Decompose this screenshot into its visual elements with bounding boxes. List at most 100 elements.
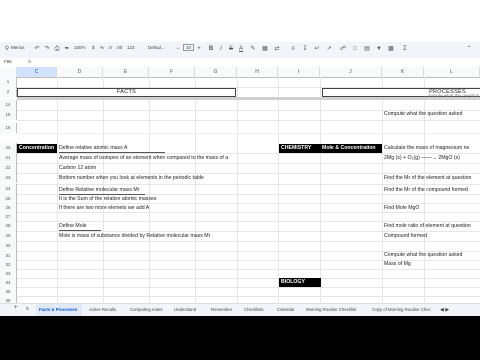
filter-icon[interactable]: ▼: [376, 46, 382, 52]
mole-concentration-label[interactable]: Mole & Concentration: [320, 144, 382, 153]
cell-d30[interactable]: Mole is mass of substance divided by Rel…: [59, 232, 210, 240]
cell-d21[interactable]: Average mass of isotopes of an element w…: [59, 154, 228, 162]
row-header[interactable]: 28: [0, 221, 17, 231]
row-header[interactable]: 15: [0, 110, 17, 120]
select-all-corner[interactable]: [0, 67, 17, 77]
number-format-button[interactable]: 123: [127, 45, 135, 50]
row-header[interactable]: 14: [0, 100, 17, 110]
text-wrap-icon[interactable]: ↵: [314, 46, 320, 52]
currency-button[interactable]: $: [92, 45, 95, 50]
functions-icon[interactable]: Σ: [402, 46, 408, 52]
strikethrough-icon[interactable]: S: [228, 46, 234, 52]
row-header[interactable]: 20: [0, 143, 17, 153]
biology-label[interactable]: BIOLOGY: [279, 278, 321, 287]
concentration-label[interactable]: Concentration: [17, 144, 57, 153]
row-header[interactable]: 21: [0, 153, 17, 163]
horizontal-align-icon[interactable]: ≡: [290, 46, 296, 52]
cell-d22[interactable]: Carbon 12 atom: [59, 164, 96, 172]
vertical-align-icon[interactable]: ↧: [302, 46, 308, 52]
sheet-tab-morning-routine-checklist[interactable]: Morning Routine Checklist: [306, 307, 356, 312]
column-header-c[interactable]: C: [17, 67, 57, 77]
row-header[interactable]: 29: [0, 231, 17, 241]
cell-d27[interactable]: If there are two more elemets we add A: [59, 204, 149, 212]
increase-decimal-button[interactable]: .00: [116, 45, 122, 50]
filter-views-icon[interactable]: ▩: [388, 46, 394, 52]
column-header-g[interactable]: G: [195, 67, 237, 77]
bold-icon[interactable]: B: [208, 46, 214, 52]
font-size-plus-icon[interactable]: +: [196, 46, 202, 52]
row-header[interactable]: 16: [0, 123, 17, 133]
paint-format-icon[interactable]: ✒: [64, 46, 70, 52]
percent-button[interactable]: %: [100, 45, 104, 50]
cell-k20[interactable]: Calculate the mass of magnesium ne: [384, 144, 469, 152]
borders-icon[interactable]: ▦: [262, 46, 268, 52]
fill-color-icon[interactable]: ✎: [250, 46, 256, 52]
row-header[interactable]: 23: [0, 173, 17, 183]
column-header-d[interactable]: D: [57, 67, 103, 77]
cell-k27[interactable]: Find Mole MgO: [384, 204, 419, 212]
sheet-tab-copy-morning-routine[interactable]: Copy of Morning Routine Chec: [372, 307, 431, 312]
sheet-tab-remember[interactable]: Remember: [211, 307, 232, 312]
search-menus-icon[interactable]: ⚲: [4, 46, 10, 52]
add-sheet-button[interactable]: +: [14, 305, 18, 311]
cell-d20[interactable]: Define relative atomic mass A: [59, 144, 127, 152]
grid-line: [17, 212, 480, 213]
font-size-field[interactable]: 10: [183, 44, 195, 51]
column-header-k[interactable]: K: [382, 67, 424, 77]
row-header[interactable]: 1: [0, 77, 17, 87]
collapse-toolbar-icon[interactable]: ⌃: [466, 46, 472, 52]
cell-k32[interactable]: Compute what the question asked: [384, 251, 462, 259]
redo-icon[interactable]: ↷: [44, 46, 50, 52]
insert-comment-icon[interactable]: □: [352, 46, 358, 52]
merge-cells-icon[interactable]: ⇄: [274, 46, 280, 52]
cell-k25[interactable]: Find the Mr of the compound formed: [384, 186, 468, 194]
sheet-tab-understand[interactable]: Understand: [174, 307, 196, 312]
row-header[interactable]: 24: [0, 184, 17, 194]
underline: [59, 152, 165, 153]
cell-l14[interactable]: ...ompute what the question asked: [424, 92, 480, 100]
sheet-tab-checklists[interactable]: Checklists: [244, 307, 264, 312]
font-select[interactable]: Defaul...: [148, 45, 165, 50]
cell-k33[interactable]: Mass of Mg: [384, 260, 411, 268]
italic-icon[interactable]: I: [218, 46, 224, 52]
cell-d23[interactable]: Bottom number when you look at elements …: [59, 174, 204, 182]
cell-d29[interactable]: Define Mole: [59, 222, 87, 230]
underline: [59, 230, 101, 231]
toolbar: ⚲ Menus ↶ ↷ ⎙ ✒ 100% $ % .0 .00 123 Defa…: [0, 42, 480, 59]
chemistry-label[interactable]: CHEMISTRY: [279, 144, 320, 153]
zoom-select[interactable]: 100%: [74, 45, 86, 50]
cell-k29[interactable]: Find mole ratio of element at question: [384, 222, 471, 230]
text-rotation-icon[interactable]: ↗: [326, 46, 332, 52]
insert-chart-icon[interactable]: ▤: [364, 46, 370, 52]
search-menus[interactable]: Menus: [11, 45, 25, 50]
undo-icon[interactable]: ↶: [34, 46, 40, 52]
font-size-minus-icon[interactable]: −: [175, 46, 181, 52]
row-header[interactable]: 22: [0, 163, 17, 173]
all-sheets-button[interactable]: ≡: [26, 306, 29, 312]
sheet-tab-active-recalls[interactable]: Active Recalls: [89, 307, 116, 312]
decrease-decimal-button[interactable]: .0: [108, 45, 112, 50]
cell-k15[interactable]: Compute what the question asked: [384, 110, 462, 118]
scroll-tabs-icon[interactable]: ◀ ▶: [440, 307, 449, 313]
sheet-tab-facts-processes[interactable]: Facts & Processes: [39, 307, 77, 312]
print-icon[interactable]: ⎙: [54, 46, 60, 52]
cell-k23[interactable]: Find the Mr of the element at question: [384, 174, 471, 182]
facts-header[interactable]: FACTS: [17, 88, 236, 97]
text-color-icon[interactable]: A: [238, 46, 244, 52]
column-header-f[interactable]: F: [149, 67, 195, 77]
insert-link-icon[interactable]: ☍: [340, 46, 346, 52]
column-header-i[interactable]: I: [278, 67, 320, 77]
cell-k30[interactable]: Compound formed: [384, 232, 427, 240]
cell-k21[interactable]: 2Mg (s) + O₂(g) ——→ 2MgO (s): [384, 154, 460, 162]
sheet-tab-computing-notes[interactable]: Computing notes: [130, 307, 163, 312]
cell-reference[interactable]: F86: [4, 59, 12, 64]
column-header-e[interactable]: E: [103, 67, 149, 77]
column-header-j[interactable]: J: [320, 67, 382, 77]
column-header-h[interactable]: H: [237, 67, 278, 77]
row-header[interactable]: 30: [0, 241, 17, 251]
cell-d26[interactable]: It is the Sum of the relative atomic mas…: [59, 195, 156, 203]
row-header[interactable]: 2: [0, 87, 17, 97]
cell-d25[interactable]: Define Relative molecular mass Mr: [59, 186, 139, 194]
sheet-tab-calendar[interactable]: Calendar: [277, 307, 294, 312]
column-header-l[interactable]: L: [424, 67, 480, 77]
